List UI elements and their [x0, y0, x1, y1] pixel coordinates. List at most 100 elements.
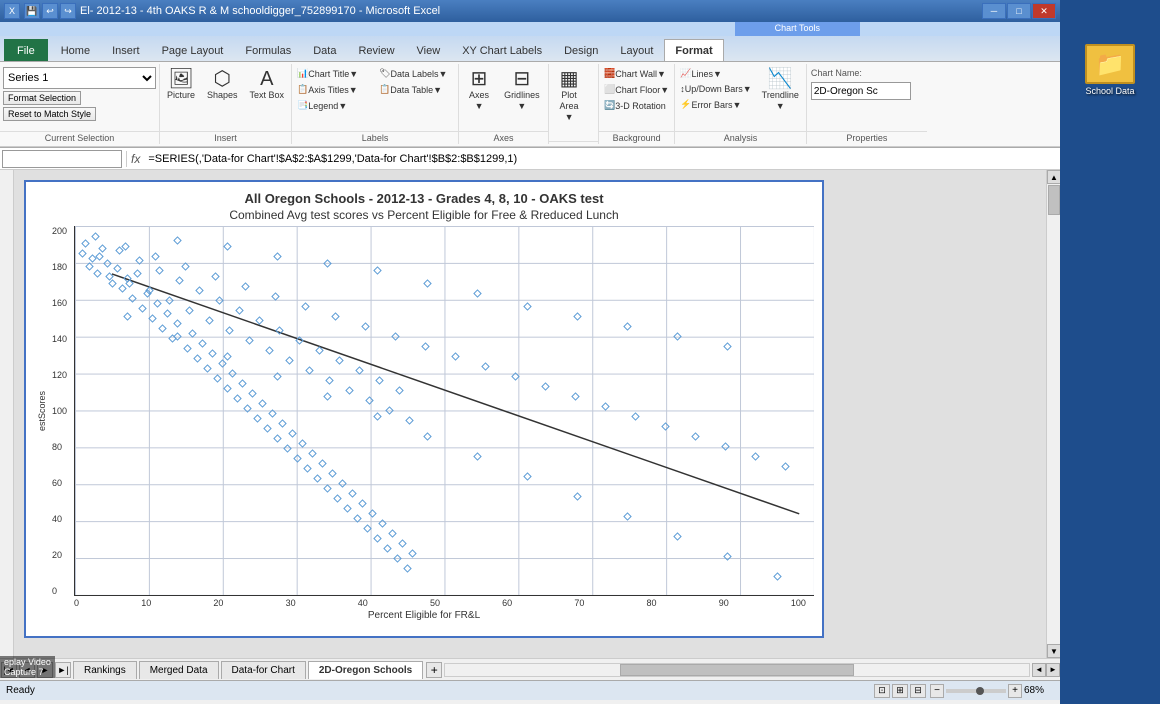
status-bar: Ready ⊡ ⊞ ⊟ − + 68%	[0, 680, 1060, 700]
rotation-button[interactable]: 🔄 3-D Rotation	[601, 98, 672, 113]
h-scroll-right[interactable]: ►	[1046, 663, 1060, 677]
window-title: El- 2012-13 - 4th OAKS R & M schooldigge…	[80, 5, 440, 17]
error-bars-icon: ⚡	[680, 99, 691, 110]
zoom-slider[interactable]	[946, 689, 1006, 693]
y-axis-labels: 0 20 40 60 80 100 120 140 160 180 200	[50, 226, 74, 596]
legend-button[interactable]: 📑 Legend ▼	[294, 98, 374, 113]
formula-input[interactable]: =SERIES(,'Data-for Chart'!$A$2:$A$1299,'…	[144, 150, 1058, 168]
desktop-panel: 📁 School Data	[1060, 0, 1160, 704]
tab-page-layout[interactable]: Page Layout	[151, 39, 235, 61]
ribbon-content: Series 1 Format Selection Reset to Match…	[0, 62, 1060, 147]
undo-icon[interactable]: ↩	[42, 3, 58, 19]
main-content: All Oregon Schools - 2012-13 - Grades 4,…	[0, 170, 1060, 658]
chart-title-icon: 📊	[297, 68, 308, 79]
data-labels-icon: 🏷	[379, 68, 390, 79]
page-break-view-button[interactable]: ⊟	[910, 684, 926, 698]
x-axis-labels: 0102030405060708090100	[74, 598, 806, 608]
status-text: Ready	[6, 685, 35, 696]
chart-name-label: Chart Name:	[811, 68, 862, 78]
sheet-tab-merged[interactable]: Merged Data	[139, 661, 219, 679]
picture-button[interactable]: 🖼 Picture	[162, 66, 200, 103]
picture-icon: 🖼	[168, 69, 193, 89]
legend-icon: 📑	[297, 100, 308, 111]
tab-layout[interactable]: Layout	[609, 39, 664, 61]
sheet-tab-rankings[interactable]: Rankings	[73, 661, 137, 679]
lines-icon: 📈	[680, 68, 691, 79]
minimize-button[interactable]: ─	[982, 3, 1006, 19]
zoom-out-button[interactable]: −	[930, 684, 944, 698]
chart-subtitle: Combined Avg test scores vs Percent Elig…	[34, 208, 814, 222]
sheet-tab-oregon[interactable]: 2D-Oregon Schools	[308, 661, 423, 679]
sheet-nav-last[interactable]: ►|	[55, 662, 71, 678]
tab-home[interactable]: Home	[50, 39, 101, 61]
scroll-down-button[interactable]: ▼	[1047, 644, 1061, 658]
fx-label: fx	[131, 152, 140, 166]
zoom-label: 68%	[1024, 685, 1054, 696]
horizontal-scrollbar[interactable]	[444, 663, 1030, 677]
vertical-scrollbar[interactable]: ▲ ▼	[1046, 170, 1060, 658]
tab-view[interactable]: View	[406, 39, 452, 61]
restore-button[interactable]: □	[1007, 3, 1031, 19]
chart-wall-button[interactable]: 🧱 Chart Wall ▼	[601, 66, 672, 81]
sheet-tabs-bar: |◄ ◄ ► ►| Rankings Merged Data Data-for …	[0, 658, 1060, 680]
tab-xy-chart-labels[interactable]: XY Chart Labels	[451, 39, 553, 61]
name-box[interactable]	[2, 150, 122, 168]
chart-floor-button[interactable]: ⬜ Chart Floor ▼	[601, 82, 672, 97]
sheet-tab-data-chart[interactable]: Data-for Chart	[221, 661, 306, 679]
quick-save-icon[interactable]: 💾	[24, 3, 40, 19]
trendline-icon: 📉	[768, 69, 793, 89]
tab-design[interactable]: Design	[553, 39, 609, 61]
series-dropdown[interactable]: Series 1	[3, 67, 156, 89]
chart-container[interactable]: All Oregon Schools - 2012-13 - Grades 4,…	[24, 180, 824, 638]
normal-view-button[interactable]: ⊡	[874, 684, 890, 698]
chart-name-input[interactable]: 2D-Oregon Sc	[811, 82, 911, 100]
scroll-up-button[interactable]: ▲	[1047, 170, 1061, 184]
redo-icon[interactable]: ↪	[60, 3, 76, 19]
axes-button[interactable]: ⊞ Axes ▼	[461, 66, 497, 114]
h-scroll-thumb[interactable]	[620, 664, 854, 676]
title-bar: X 💾 ↩ ↪ El- 2012-13 - 4th OAKS R & M sch…	[0, 0, 1060, 22]
zoom-in-button[interactable]: +	[1008, 684, 1022, 698]
plot-area-button[interactable]: ▦ Plot Area ▼	[551, 66, 587, 125]
chart-wall-icon: 🧱	[604, 68, 615, 79]
data-table-button[interactable]: 📋 Data Table ▼	[376, 82, 456, 97]
page-layout-view-button[interactable]: ⊞	[892, 684, 908, 698]
trendline-button[interactable]: 📉 Trendline ▼	[757, 66, 804, 114]
scroll-thumb[interactable]	[1048, 185, 1060, 215]
reset-style-button[interactable]: Reset to Match Style	[3, 107, 96, 121]
screen-record-line1: eplay Video	[4, 657, 51, 667]
tab-file[interactable]: File	[4, 39, 48, 61]
error-bars-button[interactable]: ⚡ Error Bars ▼	[677, 97, 754, 112]
tab-review[interactable]: Review	[347, 39, 405, 61]
axes-icon: ⊞	[471, 69, 488, 89]
zoom-slider-thumb[interactable]	[976, 687, 984, 695]
data-labels-button[interactable]: 🏷 Data Labels ▼	[376, 66, 456, 81]
h-scroll-left[interactable]: ◄	[1032, 663, 1046, 677]
tab-data[interactable]: Data	[302, 39, 347, 61]
x-axis-title: Percent Eligible for FR&L	[34, 610, 814, 621]
chart-tools-label: Chart Tools	[735, 22, 860, 36]
tab-insert[interactable]: Insert	[101, 39, 151, 61]
gridlines-button[interactable]: ⊟ Gridlines ▼	[499, 66, 545, 114]
folder-label: School Data	[1085, 86, 1134, 96]
school-data-icon[interactable]: 📁 School Data	[1081, 40, 1139, 100]
axis-titles-button[interactable]: 📋 Axis Titles ▼	[294, 82, 374, 97]
ribbon-tab-row: File Home Insert Page Layout Formulas Da…	[0, 36, 1060, 62]
chart-title-button[interactable]: 📊 Chart Title ▼	[294, 66, 374, 81]
tab-format[interactable]: Format	[664, 39, 723, 61]
shapes-icon: ⬡	[214, 69, 231, 89]
labels-group-label: Labels	[292, 131, 458, 144]
close-button[interactable]: ✕	[1032, 3, 1056, 19]
up-down-bars-button[interactable]: ↕ Up/Down Bars ▼	[677, 82, 754, 96]
tab-formulas[interactable]: Formulas	[234, 39, 302, 61]
lines-button[interactable]: 📈 Lines ▼	[677, 66, 754, 81]
shapes-button[interactable]: ⬡ Shapes	[202, 66, 243, 103]
folder-icon: 📁	[1085, 44, 1135, 84]
scatter-svg	[75, 226, 814, 595]
ribbon: Chart Tools File Home Insert Page Layout…	[0, 22, 1060, 148]
format-selection-button[interactable]: Format Selection	[3, 91, 81, 105]
text-box-button[interactable]: A Text Box	[245, 66, 290, 103]
add-sheet-button[interactable]: +	[426, 662, 442, 678]
rotation-icon: 🔄	[604, 100, 615, 111]
properties-group-label: Properties	[807, 131, 927, 144]
